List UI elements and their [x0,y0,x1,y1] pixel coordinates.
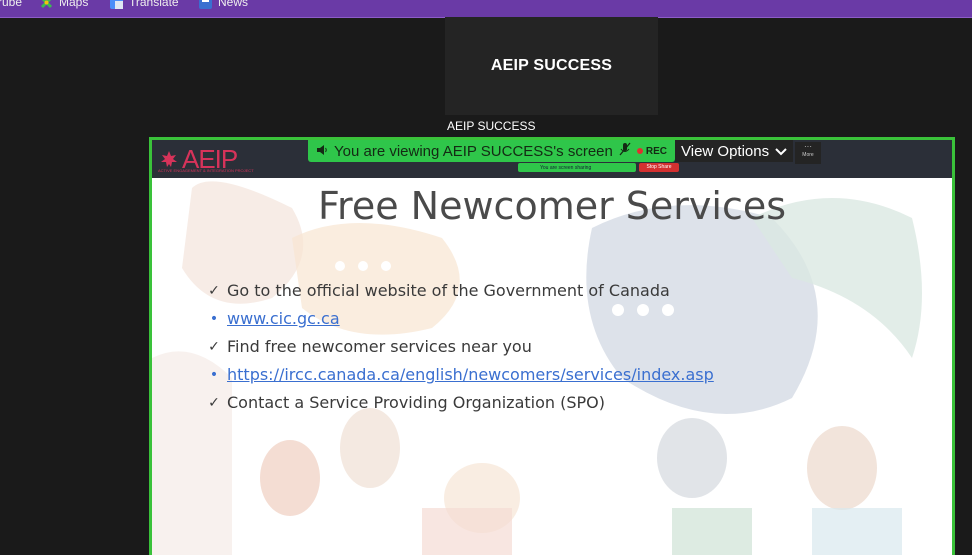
list-item: • https://ircc.canada.ca/english/newcome… [207,365,714,384]
slide: Free Newcomer Services ✓ Go to the offic… [152,178,952,555]
logo-subtitle: ACTIVE ENGAGEMENT & INTEGRATION PROJECT [158,168,254,173]
ircc-link[interactable]: https://ircc.canada.ca/english/newcomers… [227,365,714,384]
cic-link[interactable]: www.cic.gc.ca [227,309,340,328]
rec-indicator: REC [636,145,667,157]
chevron-down-icon [775,143,787,160]
list-item-text: Go to the official website of the Govern… [227,281,670,300]
slide-title: Free Newcomer Services [317,184,787,228]
more-button[interactable]: ··· More [795,142,821,164]
mini-stop-label: Stop Share [646,164,672,170]
bookmark-label: rube [0,0,23,9]
list-item: • www.cic.gc.ca [207,309,340,328]
maps-icon [40,0,53,9]
participant-name: AEIP SUCCESS [490,57,613,74]
bookmark-label: Maps [59,0,89,9]
news-icon [199,0,212,9]
participant-caption: AEIP SUCCESS [447,119,536,133]
bullet-dot-icon: • [209,366,219,383]
mini-share-text: You are screen sharing [540,164,592,171]
list-item-text: Find free newcomer services near you [227,337,532,356]
list-item: ✓ Contact a Service Providing Organizati… [207,393,605,412]
mini-stop-share-button[interactable]: Stop Share [639,163,679,172]
rec-label: REC [645,145,667,157]
bookmark-news[interactable]: News [199,0,248,9]
translate-icon [110,0,123,9]
view-options-button[interactable]: View Options [675,140,794,162]
bookmark-translate[interactable]: Translate [110,0,179,9]
mic-muted-icon[interactable] [619,142,631,160]
bullet-dot-icon: • [209,310,219,327]
bookmark-youtube[interactable]: rube [0,0,22,9]
more-dots-icon: ··· [804,142,812,151]
bookmark-label: News [218,0,249,9]
mini-share-status: You are screen sharing [518,163,636,172]
checkmark-icon: ✓ [208,282,220,299]
speaker-icon [316,143,328,160]
viewing-banner: You are viewing AEIP SUCCESS's screen RE… [308,140,675,162]
view-options-label: View Options [681,142,770,160]
bookmarks-bar: rube Maps Translate News [0,0,972,18]
bookmark-maps[interactable]: Maps [40,0,88,9]
checkmark-icon: ✓ [208,338,220,355]
checkmark-icon: ✓ [208,394,220,411]
list-item: ✓ Go to the official website of the Gove… [207,281,670,300]
participant-tile[interactable]: AEIP SUCCESS [445,17,658,115]
bookmark-label: Translate [129,0,179,9]
shared-screen: AEIP ACTIVE ENGAGEMENT & INTEGRATION PRO… [149,137,955,555]
rec-dot-icon [636,148,643,154]
banner-text: You are viewing AEIP SUCCESS's screen [334,142,613,160]
list-item-text: Contact a Service Providing Organization… [227,393,605,412]
more-label: More [802,152,814,158]
list-item: ✓ Find free newcomer services near you [207,337,532,356]
